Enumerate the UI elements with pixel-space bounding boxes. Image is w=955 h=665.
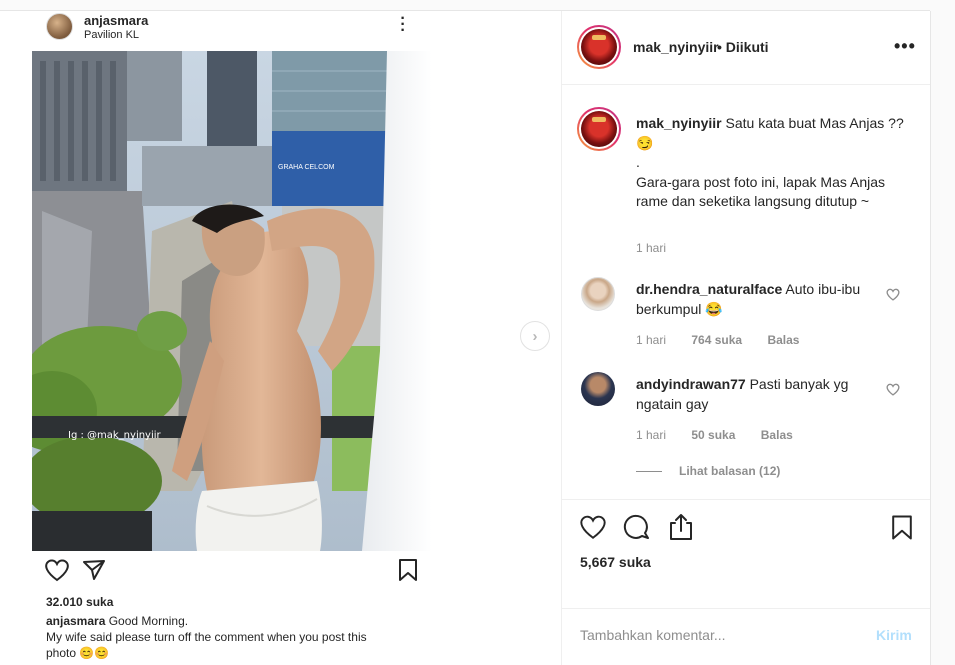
embedded-more-icon: · · · bbox=[400, 11, 406, 39]
comment-text: dr.hendra_naturalface Auto ibu-ibu berku… bbox=[636, 280, 868, 319]
caption-avatar[interactable] bbox=[577, 107, 621, 151]
caption-time[interactable]: 1 hari bbox=[636, 241, 666, 255]
post-media: anjasmara Pavilion KL · · · GRAHA CELCOM… bbox=[0, 11, 561, 665]
embedded-caption: anjasmara Good Morning. My wife said ple… bbox=[46, 613, 416, 661]
author-username[interactable]: mak_nyinyiir bbox=[633, 39, 719, 55]
billboard-text: GRAHA CELCOM bbox=[278, 164, 335, 171]
comment-form: Tambahkan komentar... Kirim bbox=[562, 608, 931, 665]
embedded-username: anjasmara bbox=[84, 13, 149, 28]
view-replies-button[interactable]: Lihat balasan (12) bbox=[636, 464, 780, 478]
embedded-bookmark-icon bbox=[399, 559, 417, 581]
post-actions: 5,667 suka bbox=[562, 499, 931, 607]
embedded-send-icon bbox=[83, 560, 105, 580]
caption-username[interactable]: mak_nyinyiir bbox=[636, 115, 722, 131]
bookmark-icon[interactable] bbox=[891, 514, 913, 541]
embedded-likes: 32.010 suka bbox=[46, 595, 114, 609]
next-slide-button[interactable]: › bbox=[520, 321, 550, 351]
heart-icon[interactable] bbox=[579, 514, 607, 540]
caption-line2: . bbox=[636, 154, 640, 170]
embedded-location: Pavilion KL bbox=[84, 29, 140, 41]
post-photo: GRAHA CELCOM Ig : @mak_nyinyiir bbox=[32, 51, 432, 551]
reply-button[interactable]: Balas bbox=[761, 428, 793, 442]
embedded-caption-line1: Good Morning. bbox=[108, 614, 189, 628]
comment-likes[interactable]: 50 suka bbox=[691, 428, 735, 442]
more-options-icon[interactable]: ••• bbox=[894, 37, 916, 55]
watermark-text: Ig : @mak_nyinyiir bbox=[68, 430, 162, 441]
embedded-caption-user: anjasmara bbox=[46, 614, 106, 628]
instagram-post-modal: anjasmara Pavilion KL · · · GRAHA CELCOM… bbox=[0, 0, 955, 665]
page-gutter bbox=[930, 11, 955, 665]
comment-meta: 1 hari 50 suka Balas bbox=[636, 428, 815, 442]
embedded-caption-line2: My wife said please turn off the comment… bbox=[46, 630, 367, 644]
author-avatar[interactable] bbox=[577, 25, 621, 69]
embedded-avatar bbox=[46, 13, 73, 40]
comment-username[interactable]: dr.hendra_naturalface bbox=[636, 281, 782, 297]
comment-like-heart-icon[interactable] bbox=[886, 288, 900, 301]
comment-like-heart-icon[interactable] bbox=[886, 383, 900, 396]
comment-meta: 1 hari 764 suka Balas bbox=[636, 333, 821, 347]
post-comment-button[interactable]: Kirim bbox=[876, 627, 912, 643]
comment-username[interactable]: andyindrawan77 bbox=[636, 376, 746, 392]
view-replies-label[interactable]: Lihat balasan (12) bbox=[679, 464, 780, 478]
comment-time[interactable]: 1 hari bbox=[636, 428, 666, 442]
comment-avatar[interactable] bbox=[581, 372, 615, 406]
embedded-heart-icon bbox=[45, 559, 69, 582]
comment-likes[interactable]: 764 suka bbox=[691, 333, 742, 347]
comment-text: andyindrawan77 Pasti banyak yg ngatain g… bbox=[636, 375, 868, 414]
likes-count[interactable]: 5,667 suka bbox=[580, 554, 651, 570]
replies-divider bbox=[636, 470, 662, 472]
comment-time[interactable]: 1 hari bbox=[636, 333, 666, 347]
embedded-post-header: anjasmara Pavilion KL · · · bbox=[44, 11, 424, 43]
comment-input[interactable]: Tambahkan komentar... bbox=[580, 627, 726, 643]
follow-status[interactable]: • Diikuti bbox=[717, 39, 769, 55]
embedded-actions bbox=[44, 558, 420, 584]
share-icon[interactable] bbox=[668, 513, 694, 541]
comment-avatar[interactable] bbox=[581, 277, 615, 311]
embedded-caption-line3: photo 😊😊 bbox=[46, 646, 110, 660]
post-header: mak_nyinyiir • Diikuti ••• bbox=[562, 11, 931, 85]
comments-panel: mak_nyinyiir • Diikuti ••• mak_nyinyiir … bbox=[561, 11, 931, 665]
reply-button[interactable]: Balas bbox=[767, 333, 799, 347]
caption-line3: Gara-gara post foto ini, lapak Mas Anjas… bbox=[636, 173, 886, 210]
caption-text: mak_nyinyiir Satu kata buat Mas Anjas ??… bbox=[636, 114, 906, 212]
chevron-right-icon: › bbox=[532, 327, 538, 345]
comment-icon[interactable] bbox=[623, 514, 651, 542]
